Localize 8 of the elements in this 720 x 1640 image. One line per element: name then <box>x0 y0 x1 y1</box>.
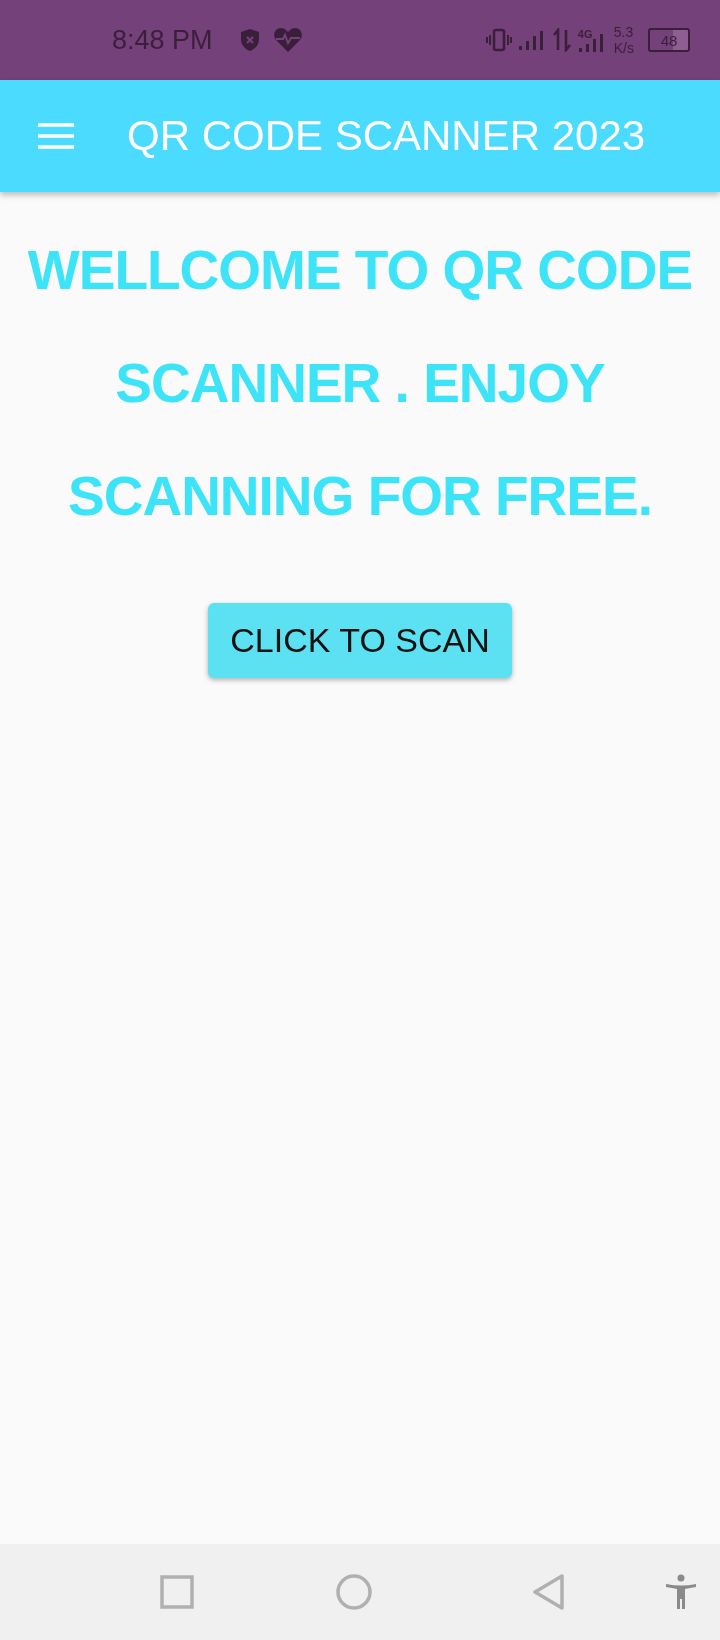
scan-button[interactable]: CLICK TO SCAN <box>208 603 512 678</box>
speed-unit: K/s <box>613 40 634 56</box>
app-title: QR CODE SCANNER 2023 <box>127 112 646 160</box>
network-type: 4G <box>577 28 593 40</box>
battery-icon: 48 <box>648 28 690 52</box>
status-time: 8:48 PM <box>112 24 213 56</box>
speed-value: 5.3 <box>613 24 634 40</box>
welcome-text: WELLCOME TO QR CODE SCANNER . ENJOY SCANNING FOR FREE. <box>26 238 694 529</box>
